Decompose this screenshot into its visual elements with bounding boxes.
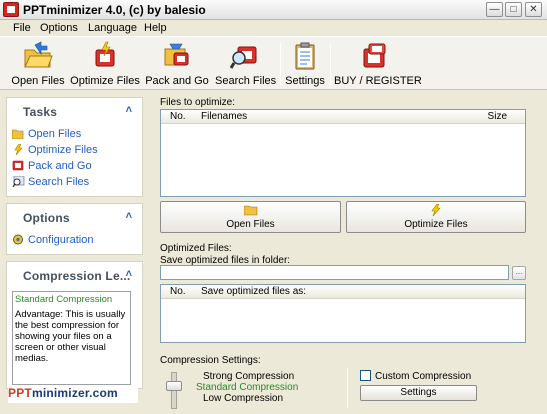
task-label: Configuration [28, 234, 94, 246]
toolbar-optimize-files-button[interactable]: Optimize Files [70, 37, 140, 89]
lightning-icon [14, 144, 23, 155]
app-icon [3, 2, 19, 17]
task-configuration[interactable]: Configuration [12, 234, 93, 246]
options-header[interactable]: Options ˄ [7, 204, 142, 230]
task-label: Search Files [28, 176, 90, 188]
column-size[interactable]: Size [488, 111, 507, 122]
toolbar-label: Pack and Go [145, 75, 209, 87]
custom-compression-label[interactable]: Custom Compression [375, 371, 471, 382]
pack-and-go-icon [164, 43, 189, 66]
toolbar: Open Files Optimize Files Pack and Go Se… [0, 36, 547, 90]
toolbar-search-files-button[interactable]: Search Files [215, 37, 277, 89]
save-folder-input[interactable] [160, 265, 509, 280]
toolbar-open-files-button[interactable]: Open Files [8, 37, 68, 89]
tasks-box: Tasks ˄ Open Files Optimize Files Pack a… [6, 97, 143, 197]
toolbar-separator [330, 43, 331, 85]
main-panel: Files to optimize: No. Filenames Size Op… [155, 91, 540, 411]
close-button[interactable]: ✕ [525, 2, 542, 17]
optimize-files-button[interactable]: Optimize Files [346, 201, 526, 233]
chevron-up-icon[interactable]: ˄ [126, 210, 132, 222]
maximize-button[interactable]: □ [505, 2, 522, 17]
strong-compression-label[interactable]: Strong Compression [203, 371, 294, 382]
task-label: Open Files [28, 128, 82, 140]
open-folder-icon [12, 129, 24, 139]
brand-logo: PPTminimizer.com [8, 386, 138, 403]
files-list[interactable]: No. Filenames Size [160, 109, 526, 197]
compression-header[interactable]: Compression Le... ˄ [7, 262, 142, 288]
tasks-header[interactable]: Tasks ˄ [7, 98, 142, 124]
task-label: Optimize Files [28, 144, 98, 156]
toolbar-separator [280, 43, 281, 85]
open-files-button[interactable]: Open Files [160, 201, 341, 233]
toolbar-label: BUY / REGISTER [334, 75, 422, 87]
open-files-label: Open Files [226, 219, 275, 230]
settings-divider [347, 368, 348, 408]
toolbar-buy-register-button[interactable]: BUY / REGISTER [334, 37, 422, 89]
open-folder-icon [243, 205, 257, 216]
compression-settings-label: Compression Settings: [160, 355, 261, 366]
brand-domain: minimizer.com [31, 386, 118, 400]
compression-settings-button[interactable]: Settings [360, 385, 477, 401]
search-files-icon [230, 46, 257, 69]
optimize-files-label: Optimize Files [404, 219, 468, 230]
files-to-optimize-label: Files to optimize: [160, 97, 236, 108]
files-list-header: No. Filenames Size [161, 110, 525, 124]
task-label: Pack and Go [28, 160, 92, 172]
optimized-list-header: No. Save optimized files as: [161, 285, 525, 299]
menu-file[interactable]: File [13, 22, 31, 34]
title-bar: PPTminimizer 4.0, (c) by balesio — □ ✕ [0, 0, 547, 20]
toolbar-label: Open Files [11, 75, 65, 87]
open-folder-icon [24, 41, 53, 68]
column-filenames[interactable]: Filenames [201, 111, 247, 122]
optimized-files-list[interactable]: No. Save optimized files as: [160, 284, 526, 343]
brand-ppt: PPT [8, 386, 32, 400]
chevron-up-icon[interactable]: ˄ [126, 104, 132, 116]
standard-compression-label[interactable]: Standard Compression [196, 382, 298, 393]
browse-folder-button[interactable]: ... [512, 266, 526, 280]
lightning-icon [431, 204, 441, 216]
menu-options[interactable]: Options [40, 22, 78, 34]
custom-compression-checkbox[interactable] [360, 370, 371, 381]
column-no[interactable]: No. [170, 111, 186, 122]
task-open-files[interactable]: Open Files [12, 128, 81, 140]
buy-register-icon [363, 43, 386, 68]
task-search-files[interactable]: Search Files [12, 176, 89, 188]
column-no[interactable]: No. [170, 286, 186, 297]
options-title: Options [23, 211, 70, 225]
options-box: Options ˄ Configuration [6, 203, 143, 255]
menu-help[interactable]: Help [144, 22, 167, 34]
compression-title: Compression Le... [23, 269, 131, 283]
minimize-button[interactable]: — [486, 2, 503, 17]
low-compression-label[interactable]: Low Compression [203, 393, 283, 404]
window-title: PPTminimizer 4.0, (c) by balesio [23, 3, 206, 17]
menu-bar: File Options Language Help [0, 20, 547, 36]
chevron-up-icon[interactable]: ˄ [126, 268, 132, 280]
search-icon [12, 176, 25, 187]
optimize-icon [95, 41, 115, 67]
menu-language[interactable]: Language [88, 22, 137, 34]
task-pack-and-go[interactable]: Pack and Go [12, 160, 92, 172]
toolbar-label: Settings [285, 75, 325, 87]
pack-and-go-icon [12, 160, 24, 171]
task-pane: Tasks ˄ Open Files Optimize Files Pack a… [0, 91, 150, 414]
column-save-as[interactable]: Save optimized files as: [201, 286, 306, 297]
compression-box: Compression Le... ˄ Standard Compression… [6, 261, 143, 389]
toolbar-settings-button[interactable]: Settings [284, 37, 326, 89]
compression-slider-thumb[interactable] [166, 381, 182, 391]
optimized-files-label: Optimized Files: [160, 243, 232, 254]
compression-level-text: Standard Compression [15, 294, 113, 305]
toolbar-label: Optimize Files [70, 75, 140, 87]
tasks-title: Tasks [23, 105, 58, 119]
toolbar-pack-and-go-button[interactable]: Pack and Go [144, 37, 210, 89]
gear-icon [13, 234, 23, 245]
settings-clipboard-icon [295, 42, 315, 70]
compression-description: Advantage: This is usually the best comp… [15, 309, 126, 364]
toolbar-label: Search Files [215, 75, 277, 87]
task-optimize-files[interactable]: Optimize Files [12, 144, 98, 156]
compression-description-box: Standard Compression Advantage: This is … [12, 291, 131, 385]
